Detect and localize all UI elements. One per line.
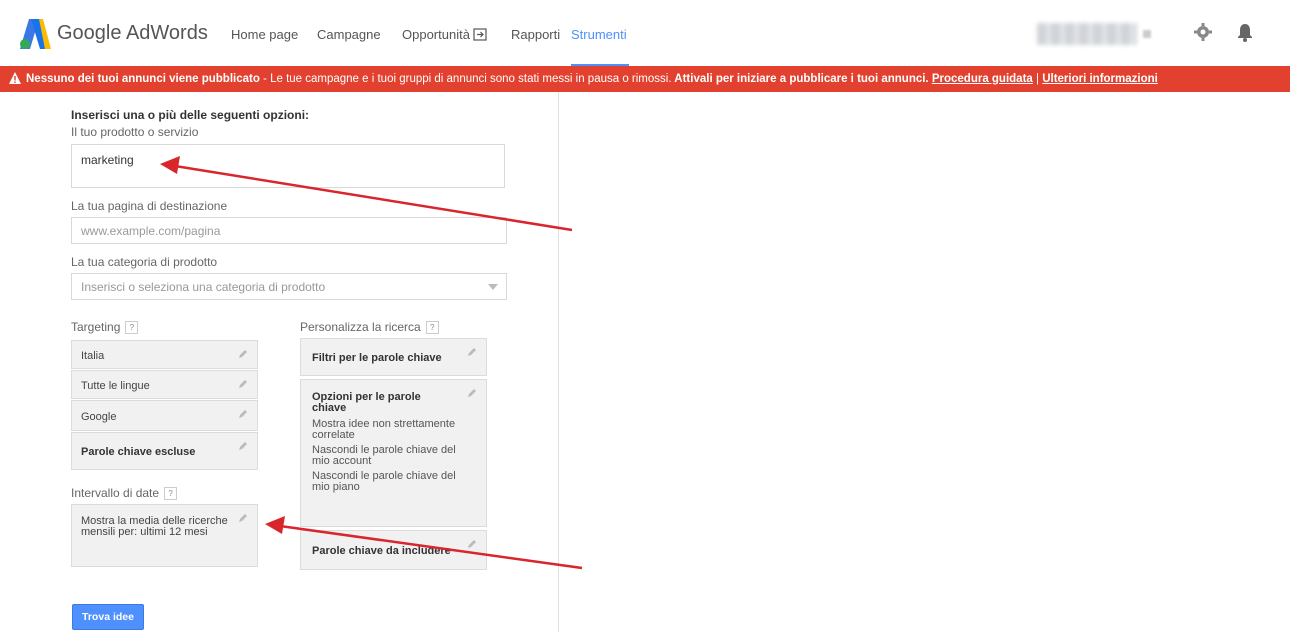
targeting-label: Targeting? xyxy=(71,320,139,334)
nav-campaigns[interactable]: Campagne xyxy=(317,27,381,42)
alert-link-guided[interactable]: Procedura guidata xyxy=(932,73,1033,85)
chevron-down-icon xyxy=(488,284,498,290)
date-range-selector[interactable]: Mostra la media delle ricerche mensili p… xyxy=(71,504,258,567)
pencil-icon xyxy=(468,540,476,548)
adwords-logo-icon[interactable] xyxy=(19,19,51,49)
keyword-planner-panel: Inserisci una o più delle seguenti opzio… xyxy=(52,92,559,632)
nav-reports[interactable]: Rapporti xyxy=(511,27,560,42)
date-range-help-icon[interactable]: ? xyxy=(164,487,178,500)
account-menu-blurred[interactable] xyxy=(1143,30,1151,38)
product-label: Il tuo prodotto o servizio xyxy=(71,125,199,139)
nav-home[interactable]: Home page xyxy=(231,27,298,42)
alert-bold-text-2: Attivali per iniziare a pubblicare i tuo… xyxy=(671,73,929,85)
customize-help-icon[interactable]: ? xyxy=(425,321,439,334)
alert-bold-text: Nessuno dei tuoi annunci viene pubblicat… xyxy=(26,73,260,85)
pencil-icon xyxy=(239,350,247,358)
keyword-filters[interactable]: Filtri per le parole chiave xyxy=(300,338,487,376)
keywords-to-include-label: Parole chiave da includere xyxy=(312,545,451,557)
keyword-options-title: Opzioni per le parole chiave xyxy=(312,391,421,414)
keyword-option-line: Nascondi le parole chiave del mio piano xyxy=(312,470,456,493)
date-range-label: Intervallo di date? xyxy=(71,486,178,500)
alert-separator: | xyxy=(1032,73,1043,85)
alert-link-more-info[interactable]: Ulteriori informazioni xyxy=(1042,73,1158,85)
targeting-item-label: Parole chiave escluse xyxy=(81,446,196,458)
account-info-blurred[interactable] xyxy=(1037,23,1137,45)
bell-icon[interactable] xyxy=(1237,22,1253,42)
keyword-filters-label: Filtri per le parole chiave xyxy=(312,352,442,364)
nav-opportunities[interactable]: Opportunità xyxy=(402,27,487,42)
nav-opportunities-label: Opportunità xyxy=(402,27,470,42)
customize-search-label-text: Personalizza la ricerca xyxy=(300,320,421,334)
targeting-item-label: Italia xyxy=(81,350,105,362)
pencil-icon xyxy=(468,348,476,356)
keywords-to-include[interactable]: Parole chiave da includere xyxy=(300,530,487,570)
targeting-help-icon[interactable]: ? xyxy=(125,321,139,334)
targeting-item-label: Google xyxy=(81,411,117,423)
alert-text: - Le tue campagne e i tuoi gruppi di ann… xyxy=(259,73,672,85)
pencil-icon xyxy=(239,410,247,418)
product-input[interactable]: marketing xyxy=(71,144,505,188)
category-placeholder: Inserisci o seleziona una categoria di p… xyxy=(81,280,326,294)
pencil-icon xyxy=(239,514,247,522)
external-icon xyxy=(473,28,487,41)
targeting-item-label: Tutte le lingue xyxy=(81,380,150,392)
category-select[interactable]: Inserisci o seleziona una categoria di p… xyxy=(71,273,507,300)
customize-search-label: Personalizza la ricerca? xyxy=(300,320,439,334)
nav-tools[interactable]: Strumenti xyxy=(571,27,627,42)
gear-icon[interactable] xyxy=(1193,22,1213,42)
landing-page-input[interactable]: www.example.com/pagina xyxy=(71,217,507,244)
targeting-item-location[interactable]: Italia xyxy=(71,340,258,369)
category-label: La tua categoria di prodotto xyxy=(71,255,218,269)
date-range-label-text: Intervallo di date xyxy=(71,486,160,500)
targeting-item-network[interactable]: Google xyxy=(71,400,258,431)
top-bar: Google AdWords Home page Campagne Opport… xyxy=(0,0,1290,67)
keyword-option-line: Nascondi le parole chiave del mio accoun… xyxy=(312,444,456,467)
targeting-item-language[interactable]: Tutte le lingue xyxy=(71,370,258,399)
landing-page-label: La tua pagina di destinazione xyxy=(71,199,228,213)
alert-message: Nessuno dei tuoi annunci viene pubblicat… xyxy=(26,66,1158,92)
find-ideas-button[interactable]: Trova idee xyxy=(72,604,144,630)
date-range-value: Mostra la media delle ricerche mensili p… xyxy=(81,515,228,538)
keyword-options[interactable]: Opzioni per le parole chiave Mostra idee… xyxy=(300,379,487,527)
keyword-option-line: Mostra idee non strettamente correlate xyxy=(312,418,456,441)
pencil-icon xyxy=(239,380,247,388)
pencil-icon xyxy=(239,442,247,450)
alert-banner: Nessuno dei tuoi annunci viene pubblicat… xyxy=(0,66,1290,92)
targeting-label-text: Targeting xyxy=(71,320,121,334)
targeting-item-negative-keywords[interactable]: Parole chiave escluse xyxy=(71,432,258,470)
warning-icon xyxy=(9,72,21,84)
landing-page-placeholder: www.example.com/pagina xyxy=(81,224,221,238)
product-input-value: marketing xyxy=(81,153,134,167)
pencil-icon xyxy=(468,389,476,397)
keyword-options-content: Opzioni per le parole chiave Mostra idee… xyxy=(312,392,458,497)
form-heading: Inserisci una o più delle seguenti opzio… xyxy=(71,108,310,122)
brand-name[interactable]: Google AdWords xyxy=(57,22,208,45)
